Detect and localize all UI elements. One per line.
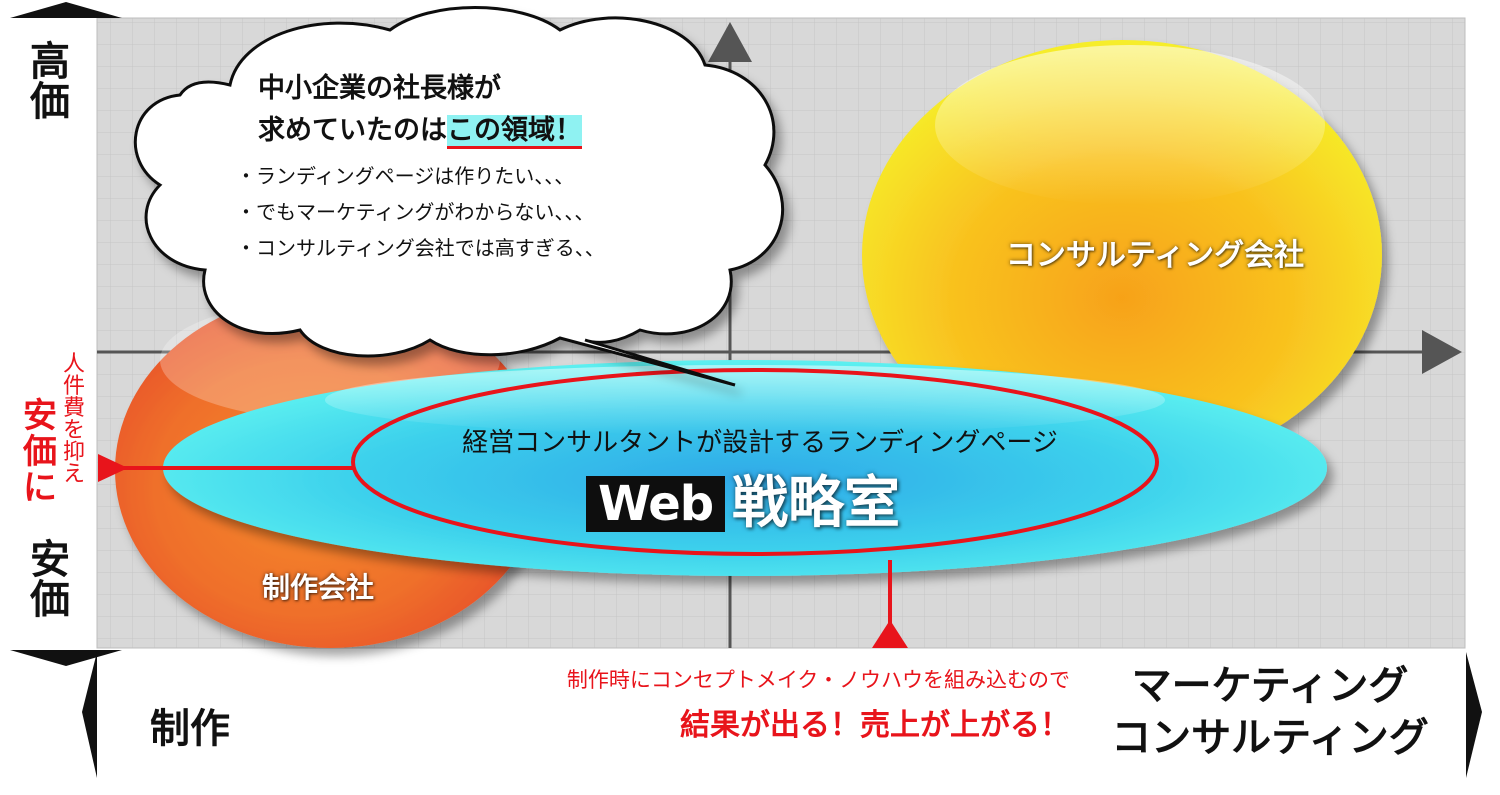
left-axis-arrow-up (10, 2, 122, 18)
web-kanji-label: 戦略室 (732, 471, 900, 536)
web-box-label: Web (586, 476, 726, 532)
cloud-title-line1: 中小企業の社長様が (258, 73, 501, 104)
y-axis-low-label: 安価 (20, 540, 80, 620)
cloud-bullet: ・ランディングページは作りたい、、、 (236, 164, 575, 188)
x-right-line2: コンサルティング (1111, 715, 1429, 761)
production-company-label: 制作会社 (261, 571, 374, 604)
consulting-company-label: コンサルティング会社 (1005, 238, 1305, 273)
cloud-title-highlight: この領域！ (447, 115, 582, 149)
y-high-text: 高価 (30, 39, 70, 125)
bottom-note-small: 制作時にコンセプトメイク・ノウハウを組み込むので (566, 668, 1070, 692)
y-axis-high-label: 高価 (20, 42, 80, 122)
cloud-bullet: ・でもマーケティングがわからない、、、 (236, 200, 595, 224)
y-low-text: 安価 (30, 537, 70, 623)
left-note-small: 人件費を抑え (62, 352, 85, 487)
x-axis-right-label: マーケティング コンサルティング (1085, 660, 1455, 764)
cloud-text: 中小企業の社長様が 求めていたのはこの領域！ ・ランディングページは作りたい、、… (236, 68, 738, 266)
x-axis-left-label: 制作 (150, 706, 230, 752)
positioning-diagram: 高価 安価 人件費を抑え 安価に 中小企業の社長様が 求めていたのはこの領域！ … (0, 0, 1500, 795)
web-subtitle: 経営コンサルタントが設計するランディングページ (462, 428, 1058, 458)
cloud-title-line2: 求めていたのはこの領域！ (258, 110, 738, 152)
cloud-bullet: ・コンサルティング会社では高すぎる、、 (236, 236, 605, 260)
bottom-note-big: 結果が出る！売上が上がる！ (680, 708, 1070, 743)
web-title: Web 戦略室 (580, 472, 940, 536)
cloud-title-prefix: 求めていたのは (258, 115, 447, 146)
left-note-big: 安価に (23, 396, 57, 508)
x-right-line1: マーケティング (1131, 663, 1409, 709)
bottom-axis-arrow-right (1466, 652, 1482, 778)
consulting-bubble-highlight (935, 45, 1325, 205)
left-axis-arrow-down (10, 650, 122, 666)
bottom-axis-arrow-left (82, 652, 97, 778)
